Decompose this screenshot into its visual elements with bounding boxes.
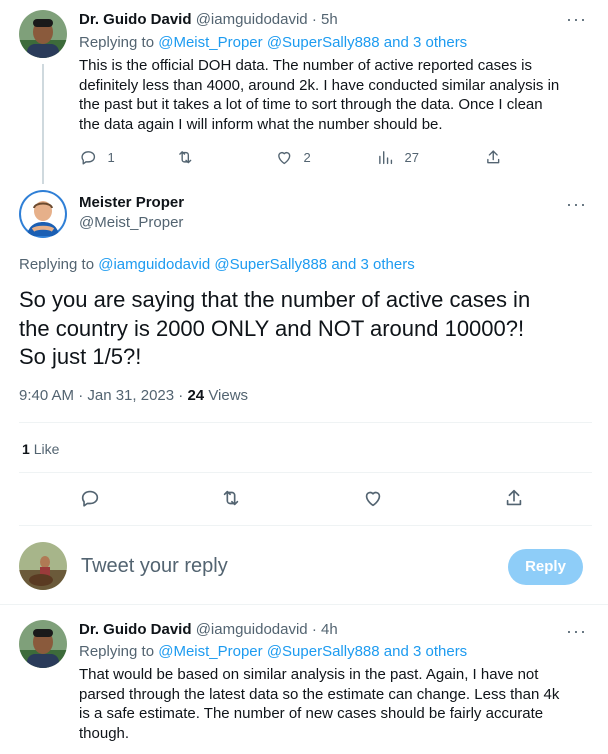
tweet-line: So you are saying that the number of act… bbox=[19, 287, 531, 312]
replying-users-link[interactable]: @Meist_Proper @SuperSally888 bbox=[158, 34, 379, 51]
replying-others-link[interactable]: 3 others bbox=[413, 643, 467, 660]
author-name[interactable]: Dr. Guido David bbox=[79, 11, 192, 28]
tweet-line: That would be based on similar analysis … bbox=[79, 666, 539, 683]
reply-count: 1 bbox=[107, 149, 115, 165]
tweet-line: though. bbox=[79, 724, 130, 742]
retweet-icon bbox=[223, 490, 239, 506]
retweet-icon bbox=[179, 151, 192, 164]
likes-label: Like bbox=[33, 441, 60, 457]
replying-to: Replying to @iamguidodavid @SuperSally88… bbox=[19, 256, 415, 273]
replying-others-link[interactable]: 3 others bbox=[413, 34, 467, 51]
author-name[interactable]: Dr. Guido David bbox=[79, 621, 192, 638]
more-icon[interactable]: ··· bbox=[566, 10, 587, 28]
like-icon bbox=[278, 151, 291, 165]
avatar-meister-image bbox=[19, 190, 67, 238]
like-icon bbox=[365, 491, 381, 507]
share-icon bbox=[487, 150, 500, 164]
avatar-guido-image bbox=[19, 620, 67, 668]
avatar[interactable] bbox=[19, 620, 67, 668]
tweet-metadata: 9:40 AM · Jan 31, 2023 · 24 Views bbox=[19, 387, 248, 404]
reply-submit-button[interactable]: Reply bbox=[508, 549, 583, 585]
replying-prefix: Replying to bbox=[79, 643, 155, 660]
tweet-timestamp[interactable]: 9:40 AM · Jan 31, 2023 · bbox=[19, 387, 183, 404]
replying-and: and bbox=[383, 34, 409, 51]
author-handle[interactable]: @iamguidodavid bbox=[196, 11, 308, 28]
replying-to: Replying to @Meist_Proper @SuperSally888… bbox=[79, 643, 467, 660]
tweet-text: That would be based on similar analysis … bbox=[79, 665, 599, 743]
tweet-line: is a safe estimate. The number of new ca… bbox=[79, 705, 544, 722]
avatar[interactable] bbox=[19, 10, 67, 58]
tweet-line: parsed through the latest data so the es… bbox=[79, 685, 560, 703]
tweet-line: So just 1/5?! bbox=[19, 344, 142, 369]
replying-prefix: Replying to bbox=[79, 34, 155, 51]
likes-link[interactable]: 1 Like bbox=[22, 441, 59, 457]
reply-icon bbox=[81, 490, 99, 507]
replying-to: Replying to @Meist_Proper @SuperSally888… bbox=[79, 34, 467, 51]
views-label: Views bbox=[208, 387, 249, 404]
tweet-line: This is the official DOH data. The numbe… bbox=[79, 57, 532, 74]
views-count: 27 bbox=[404, 149, 419, 165]
avatar[interactable] bbox=[19, 542, 67, 590]
tweet-text: So you are saying that the number of act… bbox=[19, 286, 599, 372]
like-button[interactable] bbox=[362, 487, 384, 514]
thread-line bbox=[42, 64, 44, 184]
share-button[interactable] bbox=[503, 487, 525, 514]
views-button[interactable]: 27 bbox=[376, 148, 419, 167]
views-count: 24 bbox=[187, 387, 205, 404]
retweet-button[interactable] bbox=[176, 148, 205, 167]
replying-and: and bbox=[331, 256, 357, 273]
avatar-current-user-image bbox=[19, 542, 67, 590]
divider bbox=[0, 604, 608, 605]
tweet-line: the data again I will inform what the nu… bbox=[79, 115, 443, 133]
author-handle[interactable]: @iamguidodavid bbox=[196, 621, 308, 638]
replying-and: and bbox=[383, 643, 409, 660]
tweet-line: the past but it takes a lot of time to s… bbox=[79, 96, 543, 113]
tweet-time[interactable]: 4h bbox=[321, 621, 338, 638]
retweet-button[interactable] bbox=[220, 487, 242, 514]
more-icon[interactable]: ··· bbox=[566, 622, 587, 640]
avatar[interactable] bbox=[19, 190, 67, 238]
reply-input[interactable]: Tweet your reply bbox=[81, 555, 228, 578]
replying-users-link[interactable]: @Meist_Proper @SuperSally888 bbox=[158, 643, 379, 660]
tweet-text: This is the official DOH data. The numbe… bbox=[79, 56, 599, 134]
more-icon[interactable]: ··· bbox=[566, 195, 587, 213]
replying-others-link[interactable]: 3 others bbox=[361, 256, 415, 273]
replying-prefix: Replying to bbox=[19, 256, 95, 273]
tweet-line: the country is 2000 ONLY and NOT around … bbox=[19, 315, 525, 341]
reply-button[interactable] bbox=[79, 487, 101, 514]
reply-button[interactable]: 1 bbox=[79, 148, 115, 167]
like-count: 2 bbox=[303, 149, 311, 165]
author-name[interactable]: Meister Proper bbox=[79, 194, 184, 211]
divider bbox=[19, 422, 592, 423]
separator-dot: · bbox=[311, 11, 317, 28]
share-icon bbox=[506, 489, 522, 506]
separator-dot: · bbox=[311, 621, 317, 638]
replying-users-link[interactable]: @iamguidodavid @SuperSally888 bbox=[98, 256, 327, 273]
reply-icon bbox=[81, 151, 96, 165]
tweet-time[interactable]: 5h bbox=[321, 11, 338, 28]
divider bbox=[19, 525, 592, 526]
author-handle[interactable]: @Meist_Proper bbox=[79, 214, 183, 231]
share-button[interactable] bbox=[484, 148, 503, 167]
avatar-guido-image bbox=[19, 10, 67, 58]
views-icon bbox=[379, 151, 393, 165]
like-button[interactable]: 2 bbox=[275, 148, 311, 167]
divider bbox=[19, 472, 592, 473]
likes-count: 1 bbox=[22, 441, 30, 457]
tweet-line: definitely less than 4000, around 2k. I … bbox=[79, 76, 560, 94]
